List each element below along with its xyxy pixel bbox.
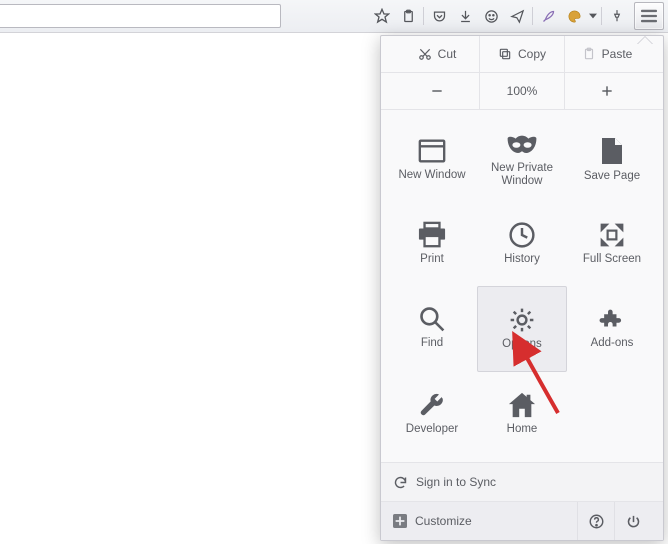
scissors-icon: [418, 47, 432, 61]
zoom-in-button[interactable]: [564, 73, 649, 109]
zoom-row: 100%: [381, 73, 663, 110]
dropdown-caret-icon[interactable]: [587, 3, 599, 29]
home-icon: [507, 391, 537, 419]
url-input[interactable]: [0, 4, 281, 28]
puzzle-icon: [598, 305, 626, 333]
new-window-button[interactable]: New Window: [387, 118, 477, 202]
pin-icon[interactable]: [604, 3, 630, 29]
sync-button[interactable]: Sign in to Sync: [381, 462, 663, 501]
copy-button[interactable]: Copy: [479, 36, 564, 72]
palette-icon[interactable]: [561, 3, 587, 29]
menu-grid: New Window New Private Window Save Page …: [381, 110, 663, 462]
clock-icon: [508, 221, 536, 249]
pocket-icon[interactable]: [426, 3, 452, 29]
find-button[interactable]: Find: [387, 286, 477, 370]
hamburger-menu-panel: Cut Copy Paste 100% New Window New: [380, 35, 664, 541]
history-button[interactable]: History: [477, 202, 567, 286]
downloads-icon[interactable]: [452, 3, 478, 29]
smiley-icon[interactable]: [478, 3, 504, 29]
mask-icon: [506, 132, 538, 158]
home-button[interactable]: Home: [477, 372, 567, 456]
help-button[interactable]: [577, 502, 614, 540]
bookmark-star-icon[interactable]: [369, 3, 395, 29]
sync-icon: [393, 475, 408, 490]
empty-tile: [567, 372, 657, 456]
clipboard-icon[interactable]: [395, 3, 421, 29]
zoom-out-button[interactable]: [395, 84, 479, 98]
options-button[interactable]: Options: [477, 286, 567, 372]
search-icon: [418, 305, 446, 333]
paste-icon: [582, 47, 596, 61]
customize-row: Customize: [381, 501, 663, 540]
cut-label: Cut: [438, 47, 457, 61]
browser-toolbar: [0, 0, 668, 33]
send-icon[interactable]: [504, 3, 530, 29]
printer-icon: [417, 221, 447, 249]
customize-button[interactable]: Customize: [393, 514, 472, 528]
cut-button[interactable]: Cut: [395, 47, 479, 61]
edit-row: Cut Copy Paste: [381, 36, 663, 73]
save-page-button[interactable]: Save Page: [567, 118, 657, 202]
page-icon: [600, 136, 624, 166]
feather-icon[interactable]: [535, 3, 561, 29]
zoom-level[interactable]: 100%: [479, 73, 564, 109]
paste-label: Paste: [602, 47, 633, 61]
menu-button[interactable]: [634, 2, 664, 30]
plus-square-icon: [393, 514, 407, 528]
toolbar-icons: [369, 2, 664, 30]
page-content: Cut Copy Paste 100% New Window New: [0, 33, 668, 544]
developer-button[interactable]: Developer: [387, 372, 477, 456]
paste-button: Paste: [564, 36, 649, 72]
window-icon: [417, 137, 447, 165]
copy-icon: [498, 47, 512, 61]
gear-icon: [508, 306, 536, 334]
print-button[interactable]: Print: [387, 202, 477, 286]
full-screen-button[interactable]: Full Screen: [567, 202, 657, 286]
fullscreen-icon: [598, 221, 626, 249]
copy-label: Copy: [518, 47, 546, 61]
addons-button[interactable]: Add-ons: [567, 286, 657, 370]
wrench-icon: [418, 391, 446, 419]
new-private-window-button[interactable]: New Private Window: [477, 118, 567, 202]
quit-button[interactable]: [614, 502, 651, 540]
